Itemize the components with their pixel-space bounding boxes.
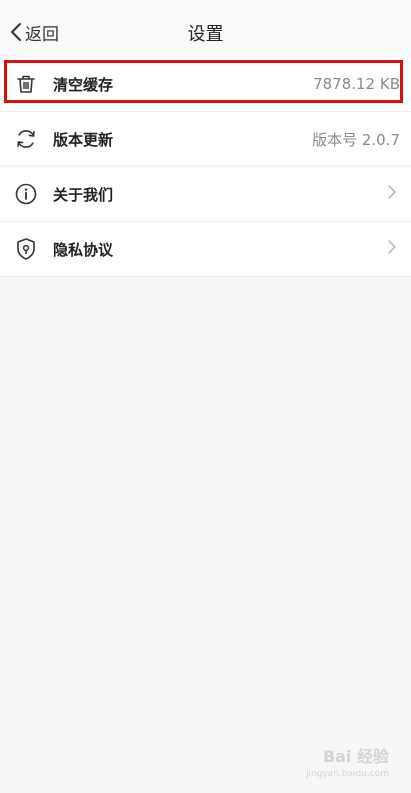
watermark: Bai 经验 jingyan.baidu.com: [306, 743, 389, 779]
settings-item-label: 版本更新: [53, 130, 114, 149]
page-title: 设置: [187, 24, 224, 45]
watermark-url: jingyan.baidu.com: [305, 769, 389, 779]
chevron-right-icon: [387, 184, 397, 204]
refresh-icon: [14, 127, 38, 151]
settings-item-clear-cache[interactable]: 清空缓存 7878.12 KB: [0, 57, 411, 112]
cache-size-value: 7878.12 KB: [313, 75, 400, 93]
navigation-bar: 返回 设置: [0, 0, 411, 60]
info-icon: [14, 182, 38, 206]
settings-list: 清空缓存 7878.12 KB 版本更新 版本号 2.0.7 关于我们 隐私协议: [0, 57, 411, 277]
version-value: 版本号 2.0.7: [312, 130, 400, 149]
settings-item-label: 隐私协议: [53, 240, 114, 259]
trash-icon: [14, 72, 38, 96]
shield-icon: [14, 237, 38, 261]
settings-item-label: 关于我们: [53, 185, 114, 204]
watermark-brand: Bai 经验: [322, 747, 389, 766]
settings-item-privacy-policy[interactable]: 隐私协议: [0, 222, 411, 277]
settings-item-about-us[interactable]: 关于我们: [0, 167, 411, 222]
settings-item-label: 清空缓存: [53, 75, 114, 94]
chevron-right-icon: [387, 239, 397, 259]
settings-item-version-update[interactable]: 版本更新 版本号 2.0.7: [0, 112, 411, 167]
